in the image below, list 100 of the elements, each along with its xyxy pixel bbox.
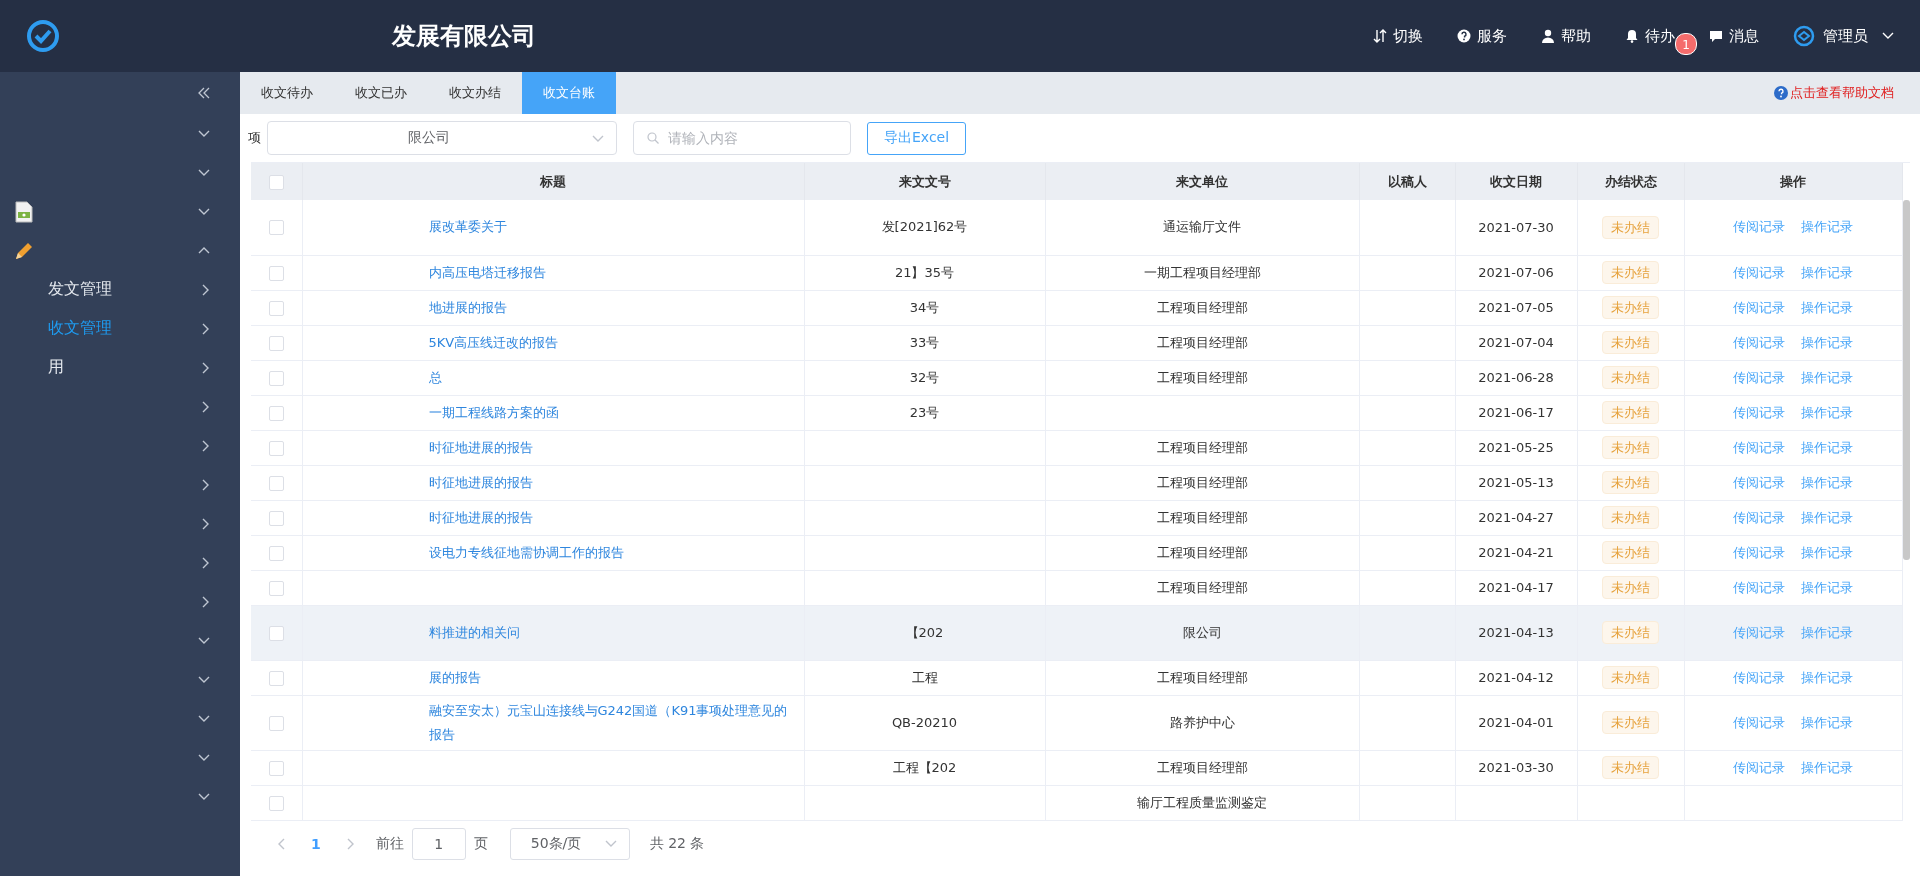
record-link[interactable]: 操作记录 <box>1801 474 1853 490</box>
table-row[interactable]: 总 32号 工程项目经理部 2021-06-28 未办结 传阅记录 操作记录 <box>251 360 1902 395</box>
row-checkbox[interactable] <box>268 220 284 236</box>
select-all-checkbox[interactable] <box>268 174 284 190</box>
row-checkbox[interactable] <box>268 440 284 456</box>
record-link[interactable]: 传阅记录 <box>1733 264 1785 280</box>
record-link[interactable]: 操作记录 <box>1801 579 1853 595</box>
export-button[interactable]: 导出Excel <box>867 121 967 155</box>
record-link[interactable]: 操作记录 <box>1801 509 1853 525</box>
record-link[interactable]: 传阅记录 <box>1733 579 1785 595</box>
row-checkbox[interactable] <box>268 625 284 641</box>
header-action-link[interactable]: 帮助 <box>1541 26 1591 46</box>
search-field[interactable]: 请输入内容 <box>633 121 851 155</box>
record-link[interactable]: 操作记录 <box>1801 544 1853 560</box>
table-row[interactable]: 料推进的相关问 【202 限公司 2021-04-13 未办结 传阅记录 操作记录 <box>251 605 1902 660</box>
row-checkbox[interactable] <box>268 265 284 281</box>
table-row[interactable]: 输厅工程质量监测鉴定 <box>251 785 1902 820</box>
help-link[interactable]: 点击查看帮助文档 <box>1774 72 1894 114</box>
row-checkbox[interactable] <box>268 335 284 351</box>
table-row[interactable]: 展的报告 工程 工程项目经理部 2021-04-12 未办结 传阅记录 操作记录 <box>251 660 1902 695</box>
title-link[interactable]: 一期工程线路方案的函 <box>428 400 796 425</box>
table-row[interactable]: 设电力专线征地需协调工作的报告 工程项目经理部 2021-04-21 未办结 传阅记录 操作记录 <box>251 535 1902 570</box>
record-link[interactable]: 操作记录 <box>1801 759 1853 775</box>
record-link[interactable]: 传阅记录 <box>1733 369 1785 385</box>
scrollbar[interactable] <box>1903 200 1910 560</box>
chevron-right-icon <box>202 595 210 608</box>
record-link[interactable]: 传阅记录 <box>1733 219 1785 235</box>
record-link[interactable]: 传阅记录 <box>1733 299 1785 315</box>
table-row[interactable]: 融安至安太）元宝山连接线与G242国道（K91事项处理意见的报告 QB-20210 路养护中心 2021-04-01 未办结 传阅记录 操作记录 <box>251 695 1902 750</box>
row-checkbox[interactable] <box>268 370 284 386</box>
record-link[interactable]: 传阅记录 <box>1733 669 1785 685</box>
record-link[interactable]: 传阅记录 <box>1733 334 1785 350</box>
record-link[interactable]: 传阅记录 <box>1733 714 1785 730</box>
table-row[interactable]: 时征地进展的报告 工程项目经理部 2021-05-13 未办结 传阅记录 操作记录 <box>251 465 1902 500</box>
row-checkbox[interactable] <box>268 795 284 811</box>
record-link[interactable]: 操作记录 <box>1801 219 1853 235</box>
sidebar-item[interactable]: 发文管理 <box>0 270 240 309</box>
table-cell: 【202 <box>905 624 944 640</box>
header-action-link[interactable]: 切换 <box>1373 26 1423 46</box>
title-link[interactable]: 时征地进展的报告 <box>428 470 796 495</box>
record-link[interactable]: 操作记录 <box>1801 669 1853 685</box>
record-link[interactable]: 操作记录 <box>1801 369 1853 385</box>
project-select[interactable]: 限公司 <box>267 121 617 155</box>
table-cell: 2021-04-17 <box>1478 580 1554 595</box>
title-link[interactable]: 融安至安太）元宝山连接线与G242国道（K91事项处理意见的报告 <box>428 698 796 747</box>
sidebar-item[interactable]: 用 <box>0 348 240 387</box>
header-action-link[interactable]: 服务 <box>1457 26 1507 46</box>
row-checkbox[interactable] <box>268 405 284 421</box>
record-link[interactable]: 传阅记录 <box>1733 439 1785 455</box>
title-link[interactable]: 内高压电塔迁移报告 <box>428 260 796 285</box>
table-row[interactable]: 时征地进展的报告 工程项目经理部 2021-04-27 未办结 传阅记录 操作记录 <box>251 500 1902 535</box>
row-checkbox[interactable] <box>268 475 284 491</box>
record-link[interactable]: 传阅记录 <box>1733 624 1785 640</box>
record-link[interactable]: 传阅记录 <box>1733 404 1785 420</box>
title-link[interactable]: 地进展的报告 <box>428 295 796 320</box>
row-checkbox[interactable] <box>268 545 284 561</box>
record-link[interactable]: 操作记录 <box>1801 299 1853 315</box>
row-checkbox[interactable] <box>268 300 284 316</box>
record-link[interactable]: 操作记录 <box>1801 439 1853 455</box>
record-link[interactable]: 传阅记录 <box>1733 509 1785 525</box>
record-link[interactable]: 操作记录 <box>1801 624 1853 640</box>
row-checkbox[interactable] <box>268 670 284 686</box>
tab[interactable]: 收文办结 <box>428 72 522 114</box>
record-link[interactable]: 操作记录 <box>1801 714 1853 730</box>
header-action-link[interactable]: 待办 <box>1625 26 1675 46</box>
user-menu[interactable]: 管理员 <box>1793 25 1894 47</box>
table-row[interactable]: 工程项目经理部 2021-04-17 未办结 传阅记录 操作记录 <box>251 570 1902 605</box>
table-row[interactable]: 展改革委关于 发[2021]62号 通运输厅文件 2021-07-30 未办结 传阅记录 操作记录 <box>251 200 1902 255</box>
record-link[interactable]: 传阅记录 <box>1733 474 1785 490</box>
table-row[interactable]: 内高压电塔迁移报告 21】35号 一期工程项目经理部 2021-07-06 未办结 传阅记录 操作记录 <box>251 255 1902 290</box>
table-row[interactable]: 一期工程线路方案的函 23号 2021-06-17 未办结 传阅记录 操作记录 <box>251 395 1902 430</box>
tab[interactable]: 收文台账 <box>522 72 616 114</box>
record-link[interactable]: 传阅记录 <box>1733 544 1785 560</box>
table-row[interactable]: 工程【202 工程项目经理部 2021-03-30 未办结 传阅记录 操作记录 <box>251 750 1902 785</box>
table-row[interactable]: 地进展的报告 34号 工程项目经理部 2021-07-05 未办结 传阅记录 操作记录 <box>251 290 1902 325</box>
record-link[interactable]: 操作记录 <box>1801 334 1853 350</box>
row-checkbox[interactable] <box>268 715 284 731</box>
sidebar-item[interactable]: 收文管理 <box>0 309 240 348</box>
tab[interactable]: 收文已办 <box>334 72 428 114</box>
header-action-link[interactable]: 消息 <box>1709 26 1759 46</box>
record-link[interactable]: 传阅记录 <box>1733 759 1785 775</box>
table-row[interactable]: 时征地进展的报告 工程项目经理部 2021-05-25 未办结 传阅记录 操作记录 <box>251 430 1902 465</box>
record-link[interactable]: 操作记录 <box>1801 264 1853 280</box>
record-link[interactable]: 操作记录 <box>1801 404 1853 420</box>
title-link[interactable]: 展的报告 <box>428 665 796 690</box>
row-checkbox[interactable] <box>268 510 284 526</box>
tab[interactable]: 收文待办 <box>240 72 334 114</box>
table-row[interactable]: 5KV高压线迁改的报告 33号 工程项目经理部 2021-07-04 未办结 传阅记录 操作记录 <box>251 325 1902 360</box>
page-number[interactable]: 1 <box>311 835 321 852</box>
title-link[interactable]: 时征地进展的报告 <box>428 435 796 460</box>
title-link[interactable]: 5KV高压线迁改的报告 <box>428 330 796 355</box>
help-icon <box>1774 86 1788 100</box>
title-link[interactable]: 展改革委关于 <box>428 215 796 240</box>
title-link[interactable]: 时征地进展的报告 <box>428 505 796 530</box>
page-size-select[interactable]: 50条/页 <box>509 827 630 860</box>
title-link[interactable]: 设电力专线征地需协调工作的报告 <box>428 540 796 565</box>
row-checkbox[interactable] <box>268 760 284 776</box>
page-input[interactable]: 1 <box>411 827 466 860</box>
row-checkbox[interactable] <box>268 580 284 596</box>
title-link[interactable]: 总 <box>428 365 796 390</box>
